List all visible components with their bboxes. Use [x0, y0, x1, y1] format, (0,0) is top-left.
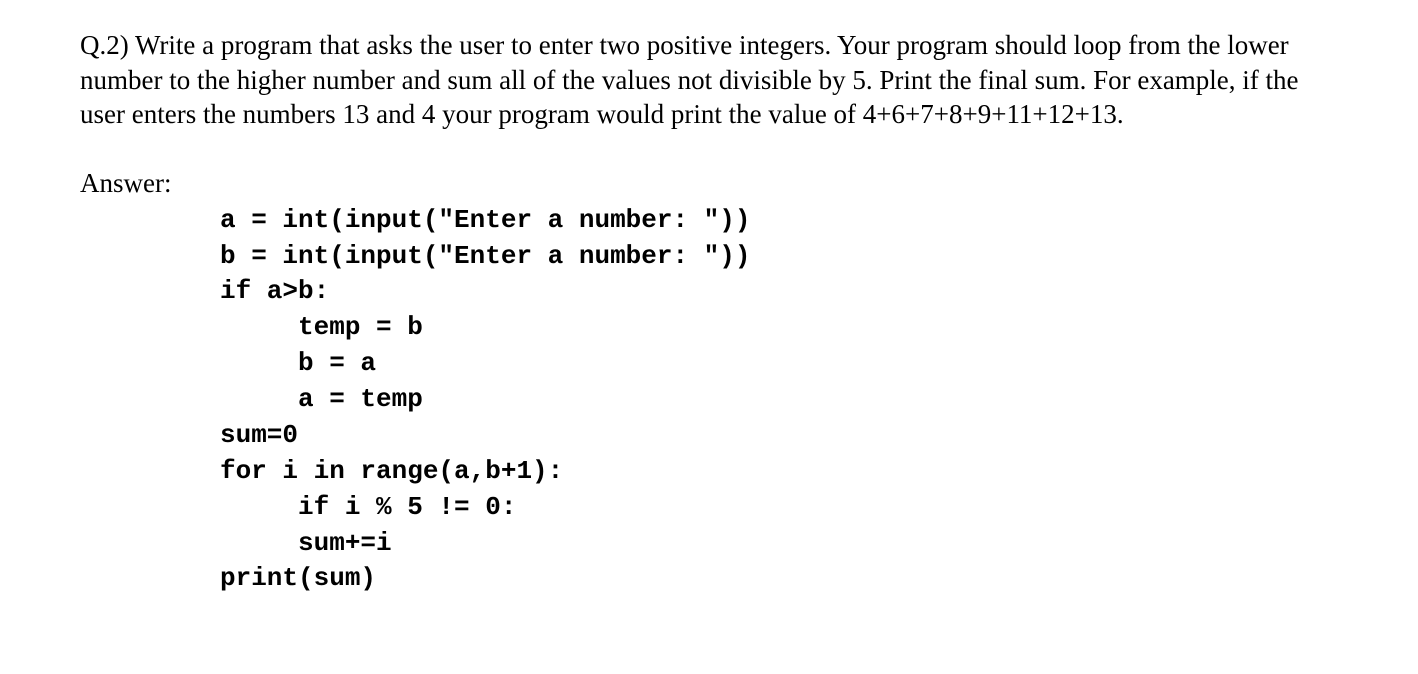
- answer-code-block: a = int(input("Enter a number: ")) b = i…: [220, 203, 1338, 598]
- answer-label: Answer:: [80, 168, 1338, 199]
- question-text: Q.2) Write a program that asks the user …: [80, 28, 1338, 132]
